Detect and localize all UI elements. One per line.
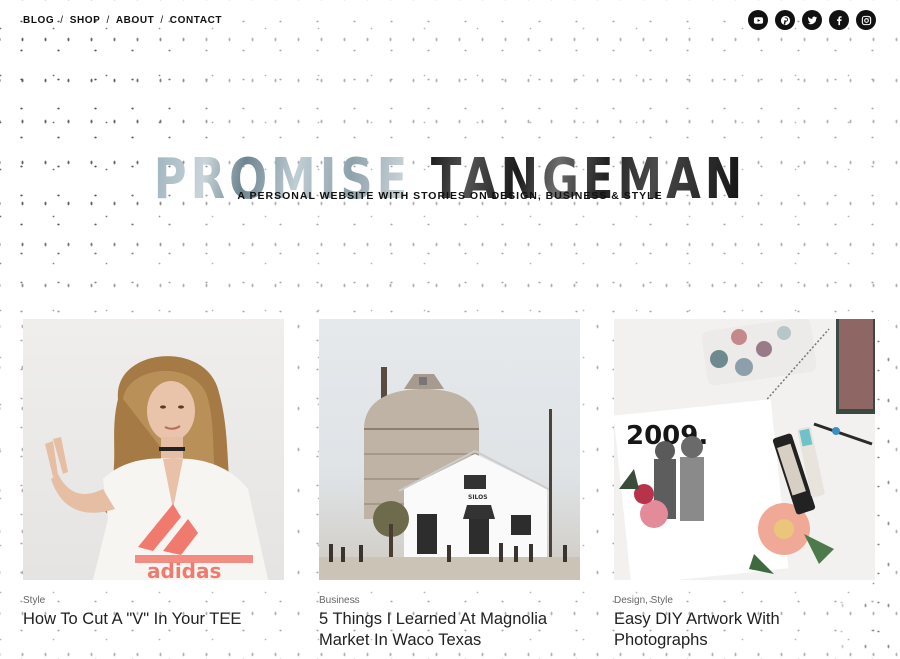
instagram-icon[interactable] [856,10,876,30]
post-title[interactable]: Easy DIY Artwork With Photographs [614,609,875,651]
nav-separator: / [106,15,110,26]
site-title[interactable]: PROMISE TANGEMAN [90,146,810,214]
post-category[interactable]: Business [319,595,580,606]
post-title[interactable]: 5 Things I Learned At Magnolia Market In… [319,609,580,651]
pinterest-icon[interactable] [775,10,795,30]
post-card: adidas Style How To Cut A "V" In Your TE… [23,319,284,630]
nav-blog[interactable]: BLOG [23,15,54,26]
nav-separator: / [160,15,164,26]
post-image-silos[interactable]: SILOS [319,319,580,580]
nav-about[interactable]: ABOUT [116,15,155,26]
post-title[interactable]: How To Cut A "V" In Your TEE [23,609,284,630]
post-category[interactable]: Design, Style [614,595,875,606]
post-image-text: SILOS [468,494,488,501]
nav-contact[interactable]: CONTACT [170,15,222,26]
post-card: SILOS Business 5 Things I Learned At Mag… [319,319,580,651]
post-image-portrait[interactable]: adidas [23,319,284,580]
twitter-icon[interactable] [802,10,822,30]
top-nav: BLOG / SHOP / ABOUT / CONTACT [23,15,222,26]
social-links [748,10,876,30]
post-category[interactable]: Style [23,595,284,606]
nav-separator: / [60,15,64,26]
youtube-icon[interactable] [748,10,768,30]
facebook-icon[interactable] [829,10,849,30]
post-card: 2009. Design, Style Easy DIY Artwork Wit… [614,319,875,651]
post-image-artwork[interactable]: 2009. [614,319,875,580]
post-image-text: adidas [147,559,221,580]
nav-shop[interactable]: SHOP [70,15,101,26]
site-tagline: A PERSONAL WEBSITE WITH STORIES ON DESIG… [237,190,663,202]
